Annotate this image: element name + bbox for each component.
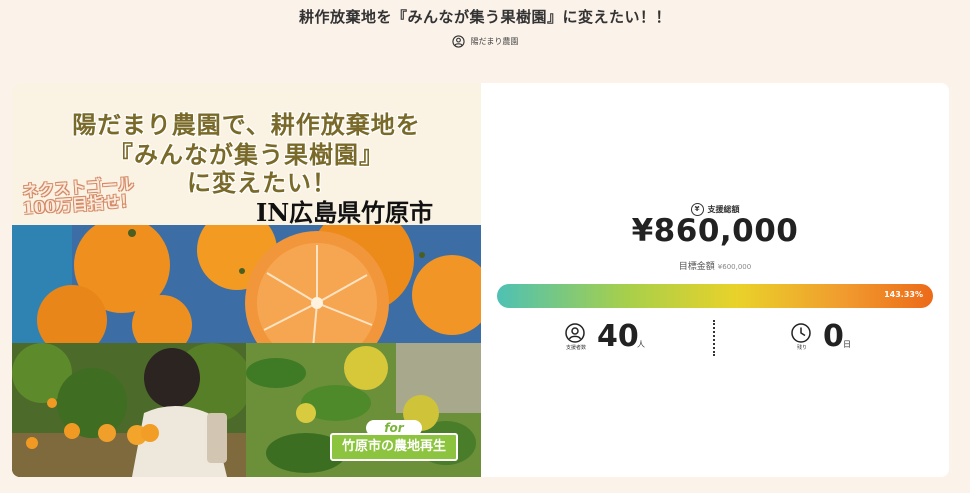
for-badge: for 竹原市の農地再生 — [330, 420, 458, 464]
owner-name: 陽だまり農園 — [470, 37, 519, 46]
supporters-count: 40 — [597, 319, 639, 354]
target-amount: ¥600,000 — [717, 263, 752, 271]
days-left-unit: 日 — [843, 340, 851, 349]
project-card: 陽だまり農園で、耕作放棄地を 『みんなが集う果樹園』 に変えたい！ ネクストゴー… — [12, 83, 949, 477]
target-label: 目標金額 — [678, 262, 715, 272]
oranges-photo — [12, 225, 481, 343]
user-icon — [451, 35, 465, 48]
stats-divider — [713, 320, 715, 356]
funding-progress-bar: 143.33% — [497, 284, 933, 308]
supporters-unit: 人 — [637, 340, 645, 349]
page-header: 耕作放棄地を『みんなが集う果樹園』に変えたい！！ 陽だまり農園 — [0, 0, 970, 48]
project-hero-image: 陽だまり農園で、耕作放棄地を 『みんなが集う果樹園』 に変えたい！ ネクストゴー… — [12, 83, 481, 477]
supporters-label: 支援者数 — [565, 345, 586, 351]
raised-amount: ¥860,000 — [631, 213, 799, 249]
child-picking-photo — [12, 343, 246, 477]
next-goal-callout: ネクストゴール 100万目指せ！ — [21, 174, 137, 218]
user-icon — [565, 323, 585, 343]
project-owner[interactable]: 陽だまり農園 — [0, 35, 970, 48]
target-row: 目標金額 ¥600,000 — [481, 259, 949, 272]
for-text: 竹原市の農地再生 — [330, 433, 458, 461]
days-left-label: 残り — [796, 345, 807, 351]
clock-icon — [791, 323, 811, 343]
funding-stats: ¥ 支援総額 ¥860,000 目標金額 ¥600,000 143.33% 支援者… — [481, 83, 949, 477]
days-left-count: 0 — [823, 319, 844, 354]
hero-location: IN広島県竹原市 — [256, 198, 434, 227]
project-title: 耕作放棄地を『みんなが集う果樹園』に変えたい！！ — [298, 8, 671, 26]
progress-percentage: 143.33% — [884, 290, 923, 299]
